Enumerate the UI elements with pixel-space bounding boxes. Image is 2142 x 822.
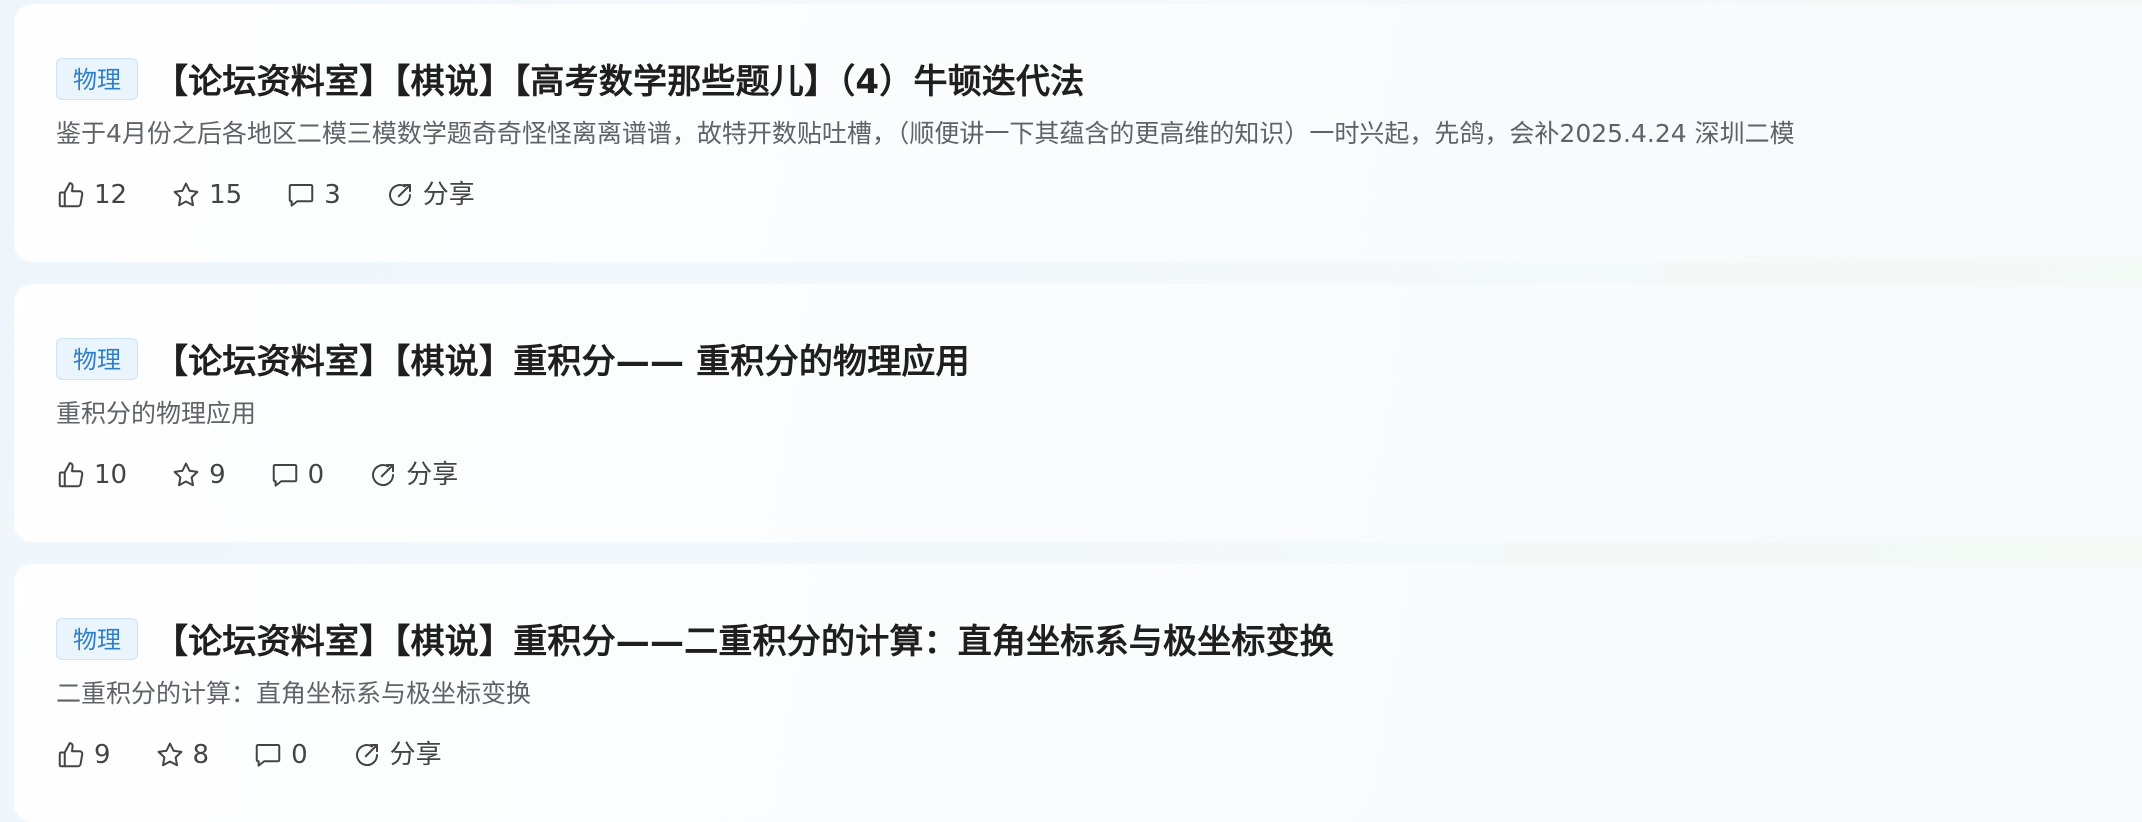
thumbs-up-icon — [58, 462, 84, 488]
favorite-count: 15 — [209, 180, 243, 210]
category-tag[interactable]: 物理 — [56, 617, 138, 660]
comment-icon — [272, 464, 297, 487]
share-button[interactable]: 分享 — [352, 740, 442, 770]
post-title-row: 物理 【论坛资料室】【棋说】重积分—— 重积分的物理应用 — [56, 334, 970, 383]
share-icon — [372, 464, 395, 487]
like-count: 12 — [94, 180, 128, 210]
share-label: 分享 — [422, 180, 475, 210]
post-title[interactable]: 【论坛资料室】【棋说】重积分——二重积分的计算：直角坐标系与极坐标变换 — [154, 614, 1334, 663]
post-summary: 鉴于4月份之后各地区二模三模数学题奇奇怪怪离离谱谱，故特开数贴吐槽，（顺便讲一下… — [56, 119, 1795, 148]
favorite-count: 8 — [192, 740, 210, 770]
share-button[interactable]: 分享 — [385, 180, 475, 210]
star-icon — [173, 462, 199, 487]
post-summary: 重积分的物理应用 — [56, 399, 257, 428]
share-button[interactable]: 分享 — [368, 460, 458, 490]
share-label: 分享 — [389, 740, 442, 770]
post-summary: 二重积分的计算：直角坐标系与极坐标变换 — [56, 679, 532, 708]
share-label: 分享 — [406, 460, 459, 490]
post-card[interactable]: 物理 【论坛资料室】【棋说】重积分——二重积分的计算：直角坐标系与极坐标变换 二… — [14, 564, 2142, 822]
like-button[interactable]: 9 — [56, 740, 111, 770]
star-icon — [157, 742, 182, 767]
like-button[interactable]: 10 — [56, 460, 127, 490]
thumbs-up-icon — [58, 182, 84, 208]
favorite-button[interactable]: 15 — [171, 180, 242, 210]
comment-icon — [255, 744, 281, 767]
thumbs-up-icon — [58, 742, 84, 768]
favorite-button[interactable]: 8 — [155, 740, 210, 770]
share-icon — [355, 744, 378, 767]
post-title[interactable]: 【论坛资料室】【棋说】重积分—— 重积分的物理应用 — [154, 334, 970, 383]
post-title-row: 物理 【论坛资料室】【棋说】【高考数学那些题儿】（4）牛顿迭代法 — [56, 54, 1084, 103]
post-card[interactable]: 物理 【论坛资料室】【棋说】【高考数学那些题儿】（4）牛顿迭代法 鉴于4月份之后… — [14, 4, 2142, 262]
post-title[interactable]: 【论坛资料室】【棋说】【高考数学那些题儿】（4）牛顿迭代法 — [154, 54, 1084, 103]
like-count: 10 — [94, 460, 128, 490]
favorite-button[interactable]: 9 — [171, 460, 226, 490]
comment-count: 0 — [307, 460, 325, 490]
comment-button[interactable]: 0 — [253, 740, 308, 770]
comment-count: 0 — [291, 740, 308, 770]
comment-count: 3 — [324, 180, 341, 210]
star-icon — [173, 182, 199, 207]
post-list: 物理 【论坛资料室】【棋说】【高考数学那些题儿】（4）牛顿迭代法 鉴于4月份之后… — [0, 0, 2142, 822]
comment-icon — [288, 184, 314, 207]
post-actions: 9 8 0 分享 — [56, 740, 486, 770]
favorite-count: 9 — [209, 460, 226, 490]
post-title-row: 物理 【论坛资料室】【棋说】重积分——二重积分的计算：直角坐标系与极坐标变换 — [56, 614, 1334, 663]
category-tag[interactable]: 物理 — [56, 57, 138, 100]
comment-button[interactable]: 3 — [286, 180, 341, 210]
like-button[interactable]: 12 — [56, 180, 127, 210]
post-actions: 10 9 0 分享 — [56, 460, 502, 490]
comment-button[interactable]: 0 — [270, 460, 325, 490]
share-icon — [388, 184, 411, 207]
post-actions: 12 15 3 分享 — [56, 180, 519, 210]
post-card[interactable]: 物理 【论坛资料室】【棋说】重积分—— 重积分的物理应用 重积分的物理应用 10… — [14, 284, 2142, 542]
category-tag[interactable]: 物理 — [56, 337, 138, 380]
like-count: 9 — [94, 740, 111, 770]
